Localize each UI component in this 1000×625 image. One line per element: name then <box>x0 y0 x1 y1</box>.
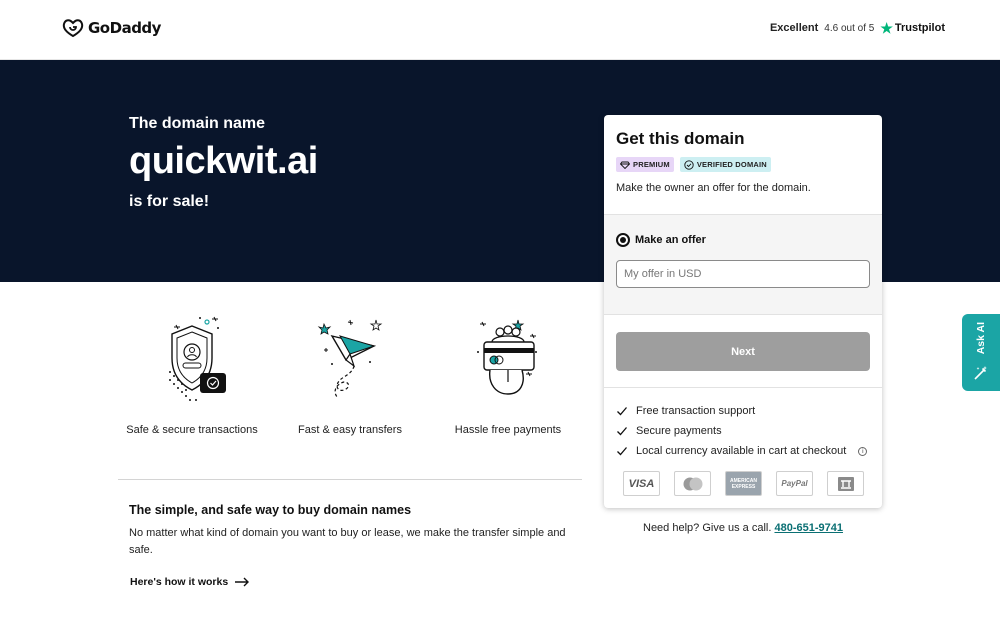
get-domain-card: Get this domain PREMIUM VERIFIED DOMAIN … <box>604 115 882 508</box>
trustpilot-star-icon: ★ <box>880 20 893 36</box>
top-header: GoDaddy Excellent 4.6 out of 5 ★ Trustpi… <box>0 0 1000 60</box>
amex-icon: AMERICAN EXPRESS <box>725 471 762 496</box>
mastercard-icon <box>674 471 711 496</box>
info-title: The simple, and safe way to buy domain n… <box>129 503 412 517</box>
verified-label: VERIFIED DOMAIN <box>696 160 767 169</box>
benefit-label: Local currency available in cart at chec… <box>636 445 847 457</box>
verified-badge: VERIFIED DOMAIN <box>679 157 771 172</box>
feature-transfers: Fast & easy transfers <box>275 312 425 436</box>
offer-section: Make an offer <box>604 214 882 315</box>
rating-word: Excellent <box>769 22 819 34</box>
rating-score: 4.6 out of 5 <box>824 22 875 34</box>
magic-wand-icon <box>974 366 987 380</box>
ask-ai-label: Ask AI <box>975 322 987 355</box>
payment-methods: VISA AMERICAN EXPRESS PayPal <box>623 471 864 496</box>
paypal-icon: PayPal <box>776 471 813 496</box>
feature-label-transfers: Fast & easy transfers <box>298 424 402 436</box>
paper-plane-icon <box>317 319 383 399</box>
arrow-right-icon <box>235 577 250 587</box>
make-offer-radio[interactable] <box>616 233 630 247</box>
card-separator <box>604 387 882 388</box>
benefit-item: Secure payments <box>616 421 867 441</box>
benefit-item: Free transaction support <box>616 401 867 421</box>
feature-payments: Hassle free payments <box>433 312 583 436</box>
info-text: No matter what kind of domain you want t… <box>129 527 566 556</box>
check-circle-icon <box>684 159 694 170</box>
hero-pre-text: The domain name <box>129 115 266 132</box>
hero-post-text: is for sale! <box>129 193 210 210</box>
bank-glyph <box>837 476 854 491</box>
check-icon <box>617 427 627 436</box>
how-it-works-link[interactable]: Here's how it works <box>130 576 250 588</box>
logo-text: GoDaddy <box>88 19 161 37</box>
trustpilot-label: Trustpilot <box>894 22 945 34</box>
ask-ai-tab[interactable]: Ask AI <box>962 314 1000 391</box>
mastercard-circles <box>683 477 702 490</box>
visa-icon: VISA <box>623 471 660 496</box>
feature-label-secure: Safe & secure transactions <box>126 424 258 436</box>
make-offer-label: Make an offer <box>635 234 706 246</box>
info-icon[interactable]: i <box>858 446 868 456</box>
next-button[interactable]: Next <box>616 332 870 371</box>
card-subtitle: Make the owner an offer for the domain. <box>616 182 811 194</box>
check-icon <box>617 447 627 456</box>
badges: PREMIUM VERIFIED DOMAIN <box>616 157 771 172</box>
bank-transfer-icon <box>827 471 864 496</box>
section-divider <box>118 479 582 480</box>
godaddy-logo[interactable]: GoDaddy <box>62 18 161 38</box>
domain-name: quickwit.ai <box>129 140 318 182</box>
payment-card-icon <box>477 319 537 395</box>
check-icon <box>617 407 627 416</box>
help-text: Need help? Give us a call. <box>643 522 772 534</box>
help-line: Need help? Give us a call. 480-651-9741 <box>604 522 882 534</box>
premium-badge: PREMIUM <box>616 157 674 172</box>
diamond-icon <box>620 161 630 169</box>
benefit-label: Secure payments <box>636 425 722 437</box>
benefit-item: Local currency available in cart at chec… <box>616 441 868 461</box>
trustpilot-brand: ★ Trustpilot <box>880 21 945 35</box>
offer-input[interactable] <box>616 260 870 288</box>
feature-label-payments: Hassle free payments <box>454 424 562 436</box>
phone-link[interactable]: 480-651-9741 <box>774 522 843 534</box>
trustpilot-rating[interactable]: Excellent 4.6 out of 5 ★ Trustpilot <box>770 21 945 35</box>
premium-label: PREMIUM <box>633 160 670 169</box>
how-it-works-label: Here's how it works <box>130 576 229 588</box>
feature-secure: Safe & secure transactions <box>117 312 267 436</box>
page: GoDaddy Excellent 4.6 out of 5 ★ Trustpi… <box>0 0 1000 625</box>
card-title: Get this domain <box>616 129 745 148</box>
shield-icon <box>169 316 226 401</box>
benefit-label: Free transaction support <box>636 405 756 417</box>
benefits-list: Free transaction support Secure payments… <box>616 401 868 461</box>
godaddy-logo-icon <box>62 19 84 38</box>
